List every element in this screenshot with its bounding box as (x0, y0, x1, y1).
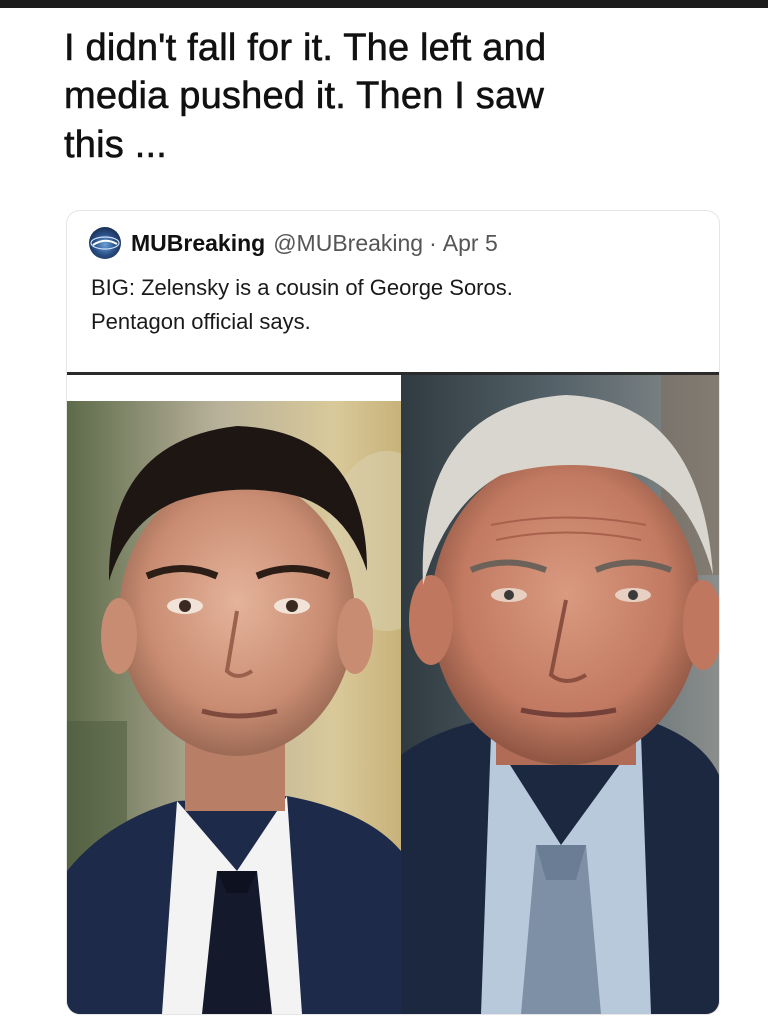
embedded-tweet-card[interactable]: MUBreaking @MUBreaking · Apr 5 BIG: Zele… (66, 210, 720, 1015)
globe-logo-icon[interactable] (89, 227, 121, 259)
tweet-date[interactable]: Apr 5 (443, 230, 498, 257)
right-portrait-photo[interactable] (401, 375, 719, 1014)
tweet-text-line-1: BIG: Zelensky is a cousin of George Soro… (91, 275, 513, 300)
user-handle[interactable]: @MUBreaking (273, 230, 423, 257)
tweet-text-line-2: Pentagon official says. (91, 309, 311, 334)
caption-line-2: media pushed it. Then I saw (64, 75, 544, 118)
left-portrait-photo[interactable] (67, 401, 401, 1014)
display-name[interactable]: MUBreaking (131, 230, 265, 257)
top-edge-bar (0, 0, 768, 8)
tweet-header: MUBreaking @MUBreaking · Apr 5 (89, 225, 498, 261)
tweet-body: BIG: Zelensky is a cousin of George Soro… (91, 271, 691, 339)
caption-line-1: I didn't fall for it. The left and (64, 27, 547, 70)
caption-text: I didn't fall for it. The left and media… (64, 24, 734, 169)
caption-line-3: this ... (64, 123, 167, 166)
separator-dot: · (429, 229, 437, 256)
